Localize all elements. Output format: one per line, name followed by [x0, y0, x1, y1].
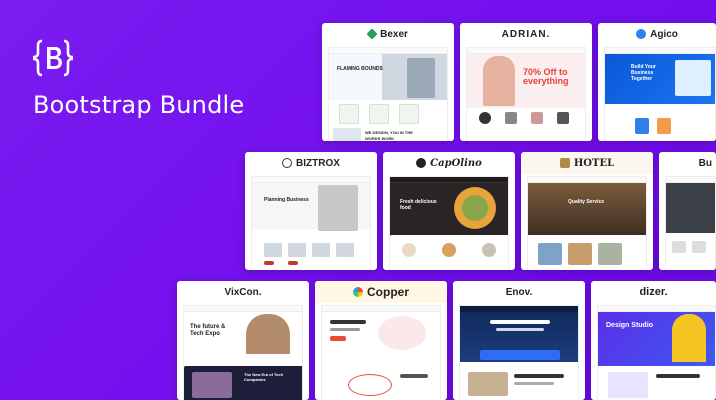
agico-logo-icon: [636, 29, 647, 39]
template-name: BIZTROX: [296, 157, 340, 169]
template-name: Bu: [698, 157, 712, 169]
hero-text: The future & Tech Expo: [190, 324, 226, 337]
hero-text: 70% Off to everything: [523, 67, 569, 86]
page-title: Bootstrap Bundle: [33, 91, 245, 119]
template-name: HOTEL: [573, 157, 615, 169]
template-name: CapOlino: [430, 157, 482, 169]
template-preview: 70% Off to everything: [466, 47, 586, 141]
template-name: ADRIAN.: [501, 28, 551, 40]
template-preview: Fresh delicious food: [389, 176, 509, 270]
bootstrap-logo-icon: [33, 39, 73, 77]
template-card-dizer[interactable]: dizer. Design Studio: [591, 281, 716, 400]
hero-text: Design Studio: [606, 322, 654, 329]
template-card-copper[interactable]: Copper: [315, 281, 447, 400]
template-card-capolino[interactable]: CapOlino Fresh delicious food: [383, 152, 515, 270]
template-card-bu[interactable]: Bu: [659, 152, 716, 270]
template-card-bexer[interactable]: Bexer FLAMING BOUNDS WE DESIGN, YOU IN T…: [322, 23, 454, 141]
copper-logo-icon: [353, 287, 363, 297]
template-name: Enov.: [505, 286, 533, 298]
template-name: Copper: [367, 285, 409, 299]
template-card-enov[interactable]: Enov.: [453, 281, 585, 400]
template-card-agico[interactable]: Agico Build Your Business Together: [598, 23, 716, 141]
template-name: Bexer: [380, 28, 408, 40]
template-preview: [321, 305, 441, 400]
template-preview: FLAMING BOUNDS WE DESIGN, YOU IN THE WOR…: [328, 47, 448, 141]
template-name: Agico: [650, 28, 678, 40]
template-card-vixcon[interactable]: VixCon. The future & Tech Expo The New E…: [177, 281, 309, 400]
sub-text: The New Era of Tech Companies: [244, 372, 284, 382]
template-preview: [665, 176, 716, 270]
hotel-logo-icon: [559, 158, 570, 168]
hero-text: Quality Service: [568, 199, 605, 205]
biztrox-logo-icon: [282, 158, 293, 168]
hero-text: Planning Business: [264, 197, 309, 203]
template-preview: [459, 305, 579, 400]
template-card-hotel[interactable]: HOTEL Quality Service: [521, 152, 653, 270]
template-card-adrian[interactable]: ADRIAN. 70% Off to everything: [460, 23, 592, 141]
template-preview: Design Studio: [597, 305, 716, 400]
template-preview: Build Your Business Together: [604, 47, 716, 141]
template-name: VixCon.: [224, 286, 262, 298]
tagline: WE DESIGN, YOU IN THE WORDS WORK: [365, 130, 413, 141]
hero-text: Fresh delicious food: [400, 199, 437, 211]
bexer-logo-icon: [366, 28, 378, 40]
template-name: dizer.: [639, 286, 668, 298]
hero-text: FLAMING BOUNDS: [337, 66, 383, 72]
hero-text: Build Your Business Together: [631, 64, 656, 82]
template-preview: Planning Business: [251, 176, 371, 270]
capolino-logo-icon: [416, 158, 427, 168]
template-preview: Quality Service: [527, 176, 647, 270]
template-preview: The future & Tech Expo The New Era of Te…: [183, 305, 303, 400]
template-card-biztrox[interactable]: BIZTROX Planning Business: [245, 152, 377, 270]
